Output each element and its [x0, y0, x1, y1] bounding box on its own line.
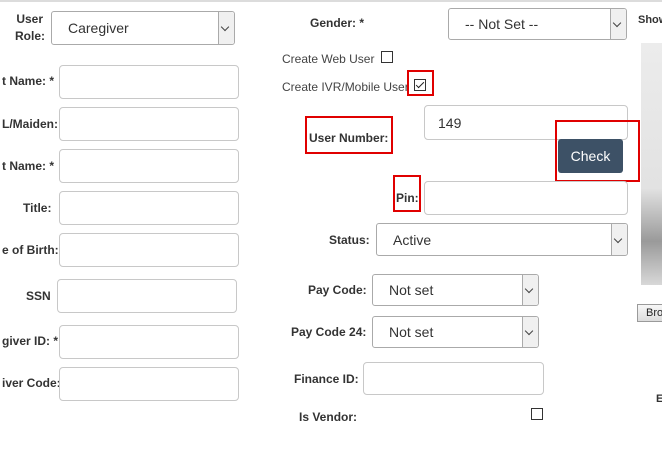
- pay-code-24-select[interactable]: Not set: [372, 316, 539, 348]
- first-name-input[interactable]: [59, 65, 239, 99]
- gender-label: Gender:: [310, 16, 364, 30]
- highlight-box-check-button: [555, 120, 640, 182]
- ssn-input[interactable]: [57, 279, 237, 313]
- highlight-box-user-number-label: [305, 116, 393, 154]
- pay-code-value: Not set: [389, 282, 434, 298]
- chevron-down-icon: [522, 317, 538, 347]
- caregiver-id-input[interactable]: [59, 325, 239, 359]
- middle-maiden-label: L/Maiden:: [2, 117, 58, 131]
- browse-button-label: Bro: [646, 307, 662, 319]
- gender-select[interactable]: -- Not Set --: [448, 8, 627, 40]
- chevron-down-icon: [610, 9, 626, 39]
- status-label: Status:: [329, 233, 370, 247]
- user-number-value: 149: [438, 115, 462, 131]
- pay-code-24-label: Pay Code 24:: [291, 325, 367, 339]
- create-web-user-label: Create Web User: [282, 52, 375, 66]
- last-name-input[interactable]: [59, 149, 239, 183]
- middle-maiden-input[interactable]: [59, 107, 239, 141]
- top-divider: [0, 0, 662, 2]
- pay-code-select[interactable]: Not set: [372, 274, 539, 306]
- chevron-down-icon: [522, 275, 538, 305]
- cut-off-label: E: [656, 393, 662, 405]
- is-vendor-checkbox[interactable]: [531, 408, 543, 420]
- date-of-birth-input[interactable]: [59, 233, 239, 267]
- title-input[interactable]: [59, 191, 239, 225]
- highlight-box-pin-label: [393, 175, 421, 212]
- user-role-select[interactable]: Caregiver: [51, 11, 235, 45]
- user-role-label-line2: Role:: [15, 29, 45, 43]
- chevron-down-icon: [611, 224, 627, 255]
- title-label: Title:: [23, 201, 52, 215]
- status-select[interactable]: Active: [376, 223, 628, 256]
- show-label: Show: [638, 14, 662, 26]
- create-ivr-user-label: Create IVR/Mobile User: [282, 80, 409, 94]
- create-web-user-checkbox[interactable]: [381, 51, 393, 63]
- browse-button[interactable]: Bro: [637, 304, 662, 322]
- finance-id-input[interactable]: [363, 362, 544, 395]
- caregiver-code-input[interactable]: [59, 367, 239, 401]
- pin-input[interactable]: [424, 181, 628, 215]
- gender-value: -- Not Set --: [465, 16, 539, 32]
- finance-id-label: Finance ID:: [294, 372, 359, 386]
- user-role-value: Caregiver: [68, 20, 129, 36]
- caregiver-code-label: iver Code:: [2, 376, 61, 390]
- last-name-label: t Name:: [2, 159, 54, 173]
- date-of-birth-label: e of Birth:: [2, 243, 59, 257]
- status-value: Active: [393, 231, 432, 248]
- first-name-label: t Name:: [2, 74, 54, 88]
- ssn-label: SSN: [26, 289, 51, 303]
- caregiver-id-label: giver ID:: [2, 334, 58, 348]
- user-role-label-line1: User: [16, 12, 43, 26]
- chevron-down-icon: [218, 12, 234, 44]
- highlight-box-ivr-checkbox: [407, 70, 434, 96]
- is-vendor-label: Is Vendor:: [299, 410, 358, 424]
- photo-preview: [641, 43, 662, 285]
- user-role-label: User Role:: [15, 11, 45, 45]
- pay-code-24-value: Not set: [389, 324, 434, 340]
- pay-code-label: Pay Code:: [308, 283, 367, 297]
